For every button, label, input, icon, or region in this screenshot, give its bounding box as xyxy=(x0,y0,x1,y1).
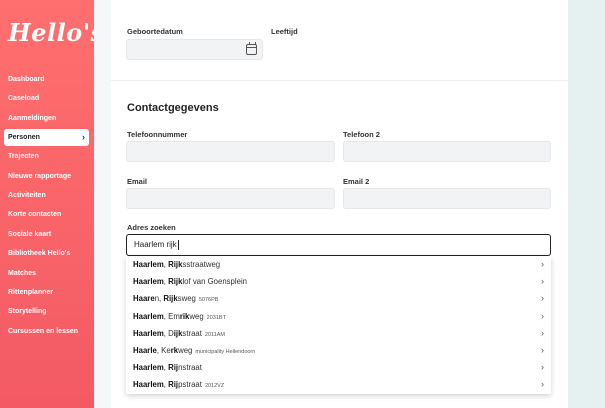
chevron-right-icon: › xyxy=(541,362,544,373)
sidebar-item-caseload[interactable]: Caseload xyxy=(0,89,94,108)
sidebar-item-label: Dashboard xyxy=(8,76,45,83)
sidebar-item-nieuwe-rapportage[interactable]: Nieuwe rapportage xyxy=(0,167,94,186)
suggestion-match-text: Haarlem xyxy=(133,380,164,390)
sidebar-item-label: Aanmeldingen xyxy=(8,114,57,122)
chevron-right-icon: › xyxy=(541,327,544,338)
age-label: Leeftijd xyxy=(271,27,298,36)
phone2-field[interactable] xyxy=(343,141,551,162)
chevron-right-icon: › xyxy=(82,132,85,143)
suggestion-text: lof van Goensplein xyxy=(182,277,248,287)
sidebar-item-matches[interactable]: Matches xyxy=(0,264,94,283)
suggestion-text: weg xyxy=(189,311,204,321)
suggestion-match-text: rk xyxy=(170,345,179,355)
suggestion-text: weg xyxy=(178,345,193,355)
suggestion-postcode: 2031BT xyxy=(206,314,226,321)
sidebar-item-label: Sociale kaart xyxy=(8,230,52,238)
suggestion-item[interactable]: Haaren, Rijksweg 5076PB › xyxy=(126,290,551,307)
suggestion-postcode: municipality Heilendoorn xyxy=(195,348,256,355)
suggestion-item[interactable]: Haarlem, Rijpstraat 2012VZ › xyxy=(126,376,551,393)
suggestion-match-text: Haarle xyxy=(133,345,157,355)
suggestion-text: nstraat xyxy=(178,363,202,373)
sidebar-item-activiteiten[interactable]: Activiteiten xyxy=(0,186,94,205)
email-field[interactable] xyxy=(126,188,335,209)
suggestion-postcode: 2012VZ xyxy=(204,383,225,390)
sidebar-item-label: Nieuwe rapportage xyxy=(8,172,72,180)
sidebar-item-label: Korte contacten xyxy=(8,211,62,219)
address-suggestions-dropdown: Haarlem, Rijksstraatweg › Haarlem, Rijklof… xyxy=(126,256,551,394)
sidebar-item-label: Bibliotheek Hello's xyxy=(8,250,71,258)
phone-label: Telefoonnummer xyxy=(127,130,188,139)
suggestion-match-text: Haarlem xyxy=(133,363,164,373)
sidebar-item-korte-contacten[interactable]: Korte contacten xyxy=(0,205,94,224)
suggestion-text: straat xyxy=(182,328,202,338)
sidebar-item-sociale-kaart[interactable]: Sociale kaart xyxy=(0,225,94,244)
address-search-value: Haarlem rijk xyxy=(134,240,177,249)
chevron-right-icon: › xyxy=(541,259,544,269)
suggestion-match-text: Rijk xyxy=(168,260,183,269)
suggestion-item[interactable]: Haarle, Kerkweg municipality Heilendoorn › xyxy=(126,342,551,359)
sidebar-item-label: Storytelling xyxy=(8,308,47,316)
suggestion-postcode: 2011AM xyxy=(204,331,225,338)
suggestion-item[interactable]: Haarlem, Dijkstraat 2011AM › xyxy=(126,325,551,342)
suggestion-item[interactable]: Haarlem, Rijklof van Goensplein › xyxy=(126,273,551,290)
suggestion-match-text: Rij xyxy=(168,363,179,373)
sidebar-item-label: Cursussen en lessen xyxy=(8,327,79,335)
chevron-right-icon: › xyxy=(541,344,544,355)
suggestion-match-text: Haare xyxy=(133,294,155,304)
phone2-label: Telefoon 2 xyxy=(343,130,380,139)
chevron-right-icon: › xyxy=(541,379,544,390)
sidebar-item-label: Trajecten xyxy=(8,153,39,161)
phone-field[interactable] xyxy=(126,141,335,162)
chevron-right-icon: › xyxy=(541,293,544,304)
section-title-contact: Contactgegevens xyxy=(127,102,219,114)
suggestion-match-text: Rijk xyxy=(163,294,178,304)
suggestion-item[interactable]: Haarlem, Rijksstraatweg › xyxy=(126,256,551,273)
right-panel xyxy=(568,0,605,408)
suggestion-item[interactable]: Haarlem, Rijnstraat › xyxy=(126,359,551,376)
suggestion-postcode: 5076PB xyxy=(198,297,219,304)
email2-label: Email 2 xyxy=(343,177,370,186)
sidebar-item-label: Caseload xyxy=(8,95,40,103)
email2-field[interactable] xyxy=(343,188,551,209)
chevron-right-icon: › xyxy=(541,276,544,287)
suggestion-text: pstraat xyxy=(178,380,202,390)
section-divider xyxy=(111,80,568,81)
address-search-input[interactable]: Haarlem rijk xyxy=(126,234,551,256)
calendar-icon[interactable] xyxy=(246,42,257,55)
sidebar-item-label: Rittenplanner xyxy=(8,288,54,296)
suggestion-text: sstraatweg xyxy=(182,260,221,269)
sidebar-item-label: Personen xyxy=(8,134,40,142)
app-logo[interactable]: Hello's xyxy=(8,18,105,47)
suggestion-match-text: Haarlem xyxy=(133,260,164,269)
suggestion-match-text: Rijk xyxy=(168,277,183,287)
sidebar-item-cursussen[interactable]: Cursussen en lessen xyxy=(0,322,94,341)
birthdate-label: Geboortedatum xyxy=(127,27,183,36)
sidebar-item-personen[interactable]: Personen › xyxy=(4,129,89,147)
chevron-right-icon: › xyxy=(541,310,544,321)
suggestion-text: , Em xyxy=(163,311,180,321)
suggestion-match-text: Haarlem xyxy=(133,311,164,321)
birthdate-field[interactable] xyxy=(126,39,263,60)
sidebar-item-label: Activiteiten xyxy=(8,191,46,199)
suggestion-text: sweg xyxy=(177,294,196,304)
suggestion-text: , Ke xyxy=(156,345,171,355)
email-label: Email xyxy=(127,177,148,186)
suggestion-item[interactable]: Haarlem, Emrikweg 2031BT › xyxy=(126,308,551,325)
address-search-label: Adres zoeken xyxy=(127,223,176,232)
sidebar: Hello's Dashboard Caseload Aanmeldingen … xyxy=(0,0,104,408)
sidebar-item-storytelling[interactable]: Storytelling xyxy=(0,302,94,321)
suggestion-match-text: Haarlem xyxy=(133,328,164,338)
suggestion-match-text: Rij xyxy=(168,380,179,390)
sidebar-item-bibliotheek[interactable]: Bibliotheek Hello's xyxy=(0,244,94,263)
sidebar-item-trajecten[interactable]: Trajecten xyxy=(0,147,94,166)
suggestion-text: , D xyxy=(163,328,174,338)
sidebar-item-dashboard[interactable]: Dashboard xyxy=(0,70,94,89)
suggestion-match-text: Haarlem xyxy=(133,277,164,287)
sidebar-item-label: Matches xyxy=(8,269,37,277)
sidebar-item-aanmeldingen[interactable]: Aanmeldingen xyxy=(0,109,94,128)
sidebar-item-rittenplanner[interactable]: Rittenplanner xyxy=(0,283,94,302)
text-caret xyxy=(177,239,179,250)
sidebar-nav: Dashboard Caseload Aanmeldingen Personen… xyxy=(0,70,94,341)
suggestion-match-text: rik xyxy=(179,311,190,321)
